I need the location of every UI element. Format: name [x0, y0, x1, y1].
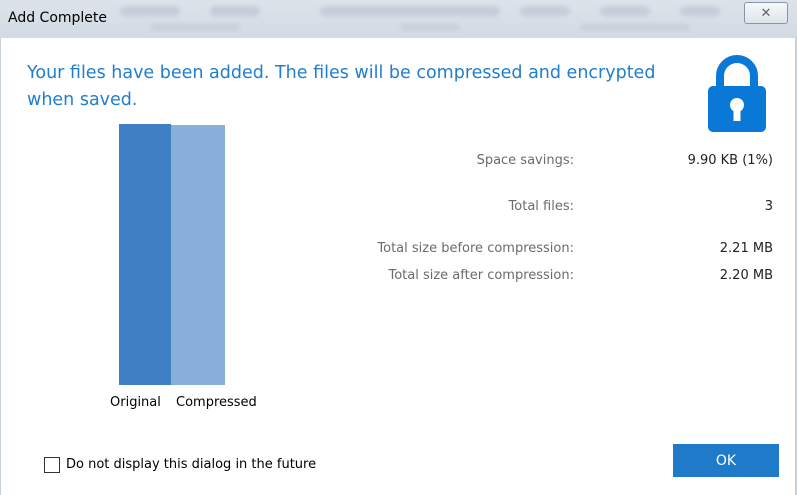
title-bar: Add Complete ✕ — [0, 0, 797, 38]
bar-compressed — [171, 125, 225, 385]
do-not-display-label[interactable]: Do not display this dialog in the future — [66, 457, 316, 472]
window-border-left — [0, 38, 1, 495]
space-savings-label: Space savings: — [476, 153, 574, 168]
size-after-label: Total size after compression: — [388, 268, 574, 283]
blurred-background — [520, 6, 570, 16]
total-files-value: 3 — [764, 199, 773, 214]
blurred-background — [680, 6, 720, 16]
ok-button[interactable]: OK — [673, 444, 779, 477]
bar-label-original: Original — [110, 395, 161, 410]
blurred-background — [120, 6, 180, 16]
do-not-display-checkbox[interactable] — [44, 457, 60, 473]
blurred-background — [580, 24, 690, 30]
size-after-value: 2.20 MB — [719, 268, 773, 283]
window-title: Add Complete — [8, 10, 108, 26]
blurred-background — [320, 6, 500, 16]
bar-label-compressed: Compressed — [176, 395, 257, 410]
close-icon: ✕ — [760, 5, 772, 21]
bar-original — [119, 124, 171, 385]
blurred-background — [600, 6, 650, 16]
size-before-label: Total size before compression: — [377, 241, 574, 256]
headline-message: Your files have been added. The files wi… — [27, 63, 656, 110]
lock-icon — [708, 55, 766, 132]
space-savings-value: 9.90 KB (1%) — [687, 153, 773, 168]
blurred-background — [210, 6, 260, 16]
blurred-background — [150, 24, 240, 30]
close-button[interactable]: ✕ — [744, 2, 788, 24]
size-before-value: 2.21 MB — [719, 241, 773, 256]
blurred-background — [400, 24, 460, 30]
total-files-label: Total files: — [508, 199, 574, 214]
